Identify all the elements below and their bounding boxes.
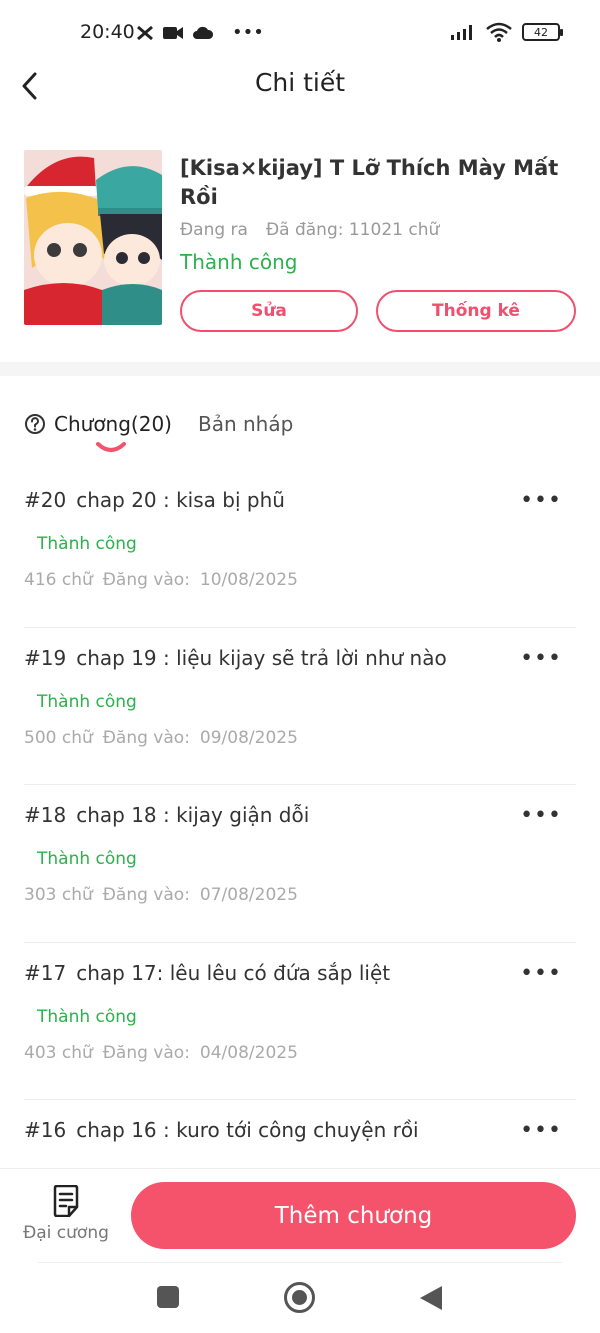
book-title: [Kisa×kijay] T Lỡ Thích Mày Mất Rồi bbox=[180, 156, 559, 209]
chapter-item[interactable]: #17 chap 17: lêu lêu có đứa sắp liệt ••• … bbox=[24, 943, 576, 1100]
outline-label: Đại cương bbox=[23, 1223, 109, 1243]
battery-level: 42 bbox=[534, 25, 548, 39]
chapter-number: #19 bbox=[24, 645, 67, 670]
document-icon bbox=[53, 1185, 79, 1217]
chapter-meta: 403 chữ Đăng vào: 04/08/2025 bbox=[24, 1043, 308, 1063]
chapter-posted-label: Đăng vào: bbox=[102, 570, 190, 590]
chapter-words: 416 chữ bbox=[24, 570, 93, 590]
home-icon[interactable] bbox=[284, 1282, 315, 1313]
chapter-title: #17 chap 17: lêu lêu có đứa sắp liệt bbox=[24, 961, 390, 985]
more-horizontal-icon[interactable]: ••• bbox=[520, 961, 562, 986]
chapter-meta: 303 chữ Đăng vào: 07/08/2025 bbox=[24, 885, 308, 905]
question-circle-icon[interactable] bbox=[24, 413, 46, 435]
tab-chapters-label: Chương(20) bbox=[54, 412, 172, 436]
add-chapter-button[interactable]: Thêm chương bbox=[131, 1182, 576, 1249]
wifi-icon bbox=[486, 22, 512, 42]
more-status-icon: ••• bbox=[232, 22, 264, 43]
nav-divider bbox=[38, 1262, 562, 1263]
chapter-name: chap 17: lêu lêu có đứa sắp liệt bbox=[76, 960, 391, 985]
chapter-name: chap 16 : kuro tới công chuyện rồi bbox=[76, 1118, 419, 1142]
tab-drafts[interactable]: Bản nháp bbox=[198, 412, 293, 436]
chapter-posted-label: Đăng vào: bbox=[102, 885, 190, 905]
chapter-item[interactable]: #20 chap 20 : kisa bị phũ ••• Thành công … bbox=[24, 470, 576, 628]
book-cover-image[interactable] bbox=[24, 150, 162, 325]
chapter-title: #18 chap 18 : kijay giận dỗi bbox=[24, 803, 309, 827]
chapter-words: 500 chữ bbox=[24, 727, 93, 748]
book-info-card: [Kisa×kijay] T Lỡ Thích Mày Mất Rồi Đang… bbox=[0, 130, 600, 362]
page-title: Chi tiết bbox=[254, 68, 346, 97]
status-right-icons: 42 bbox=[450, 22, 563, 42]
chapter-status: Thành công bbox=[37, 534, 137, 554]
chapter-title: #20 chap 20 : kisa bị phũ bbox=[24, 488, 285, 512]
chapter-date: 07/08/2025 bbox=[199, 885, 298, 905]
chapter-date: 09/08/2025 bbox=[199, 727, 298, 748]
tab-chapters[interactable]: Chương(20) bbox=[24, 412, 172, 452]
chapter-list: #20 chap 20 : kisa bị phũ ••• Thành công … bbox=[24, 470, 576, 1258]
chapter-name: chap 20 : kisa bị phũ bbox=[76, 488, 285, 512]
chapter-meta: 416 chữ Đăng vào: 10/08/2025 bbox=[24, 570, 308, 590]
notification-x-icon bbox=[137, 25, 153, 40]
chapter-name: chap 18 : kijay giận dỗi bbox=[76, 803, 310, 827]
outline-button[interactable]: Đại cương bbox=[18, 1185, 114, 1255]
system-nav-bar bbox=[0, 1262, 600, 1333]
signal-icon bbox=[451, 25, 472, 40]
status-time: 20:40 bbox=[80, 21, 135, 43]
chapter-name: chap 19 : liệu kijay sẽ trả lời như nào bbox=[76, 645, 447, 670]
chapter-title: #16 chap 16 : kuro tới công chuyện rồi bbox=[24, 1118, 419, 1142]
cloud-icon bbox=[193, 26, 214, 39]
chapter-status: Thành công bbox=[37, 691, 137, 712]
chapter-words: 303 chữ bbox=[24, 885, 93, 905]
cover-illustration bbox=[24, 150, 162, 325]
chapter-number: #18 bbox=[24, 803, 67, 827]
tab-active-indicator bbox=[96, 442, 126, 452]
edit-button[interactable]: Sửa bbox=[180, 290, 358, 332]
chapter-status: Thành công bbox=[37, 1006, 137, 1027]
chapter-status: Thành công bbox=[37, 849, 137, 869]
chapter-posted-label: Đăng vào: bbox=[102, 1042, 190, 1063]
chapter-number: #16 bbox=[24, 1118, 67, 1142]
more-horizontal-icon[interactable]: ••• bbox=[520, 1118, 562, 1143]
chapter-date: 10/08/2025 bbox=[199, 570, 298, 590]
book-word-count: Đã đăng: 11021 chữ bbox=[265, 220, 440, 240]
book-status: Thành công bbox=[180, 250, 298, 274]
stats-button[interactable]: Thống kê bbox=[376, 290, 576, 332]
section-divider bbox=[0, 362, 600, 376]
chapter-posted-label: Đăng vào: bbox=[102, 727, 190, 748]
back-triangle-icon[interactable] bbox=[420, 1286, 442, 1310]
chapter-number: #20 bbox=[24, 488, 67, 512]
tab-drafts-label: Bản nháp bbox=[197, 412, 294, 436]
chapter-number: #17 bbox=[24, 960, 67, 985]
bottom-action-bar: Đại cương Thêm chương bbox=[0, 1168, 600, 1262]
more-horizontal-icon[interactable]: ••• bbox=[520, 803, 562, 828]
video-icon bbox=[163, 26, 183, 39]
recent-apps-icon[interactable] bbox=[157, 1286, 179, 1308]
battery-icon: 42 bbox=[522, 23, 563, 41]
chapter-title: #19 chap 19 : liệu kijay sẽ trả lời như n… bbox=[24, 646, 447, 670]
chapter-meta: 500 chữ Đăng vào: 09/08/2025 bbox=[24, 728, 308, 748]
book-state: Đang ra bbox=[180, 220, 248, 240]
more-horizontal-icon[interactable]: ••• bbox=[520, 646, 562, 671]
app-header: Chi tiết bbox=[0, 56, 600, 116]
chapter-date: 04/08/2025 bbox=[199, 1042, 298, 1063]
chapter-item[interactable]: #19 chap 19 : liệu kijay sẽ trả lời như n… bbox=[24, 628, 576, 785]
chapter-words: 403 chữ bbox=[24, 1042, 93, 1063]
book-meta: Đang ra Đã đăng: 11021 chữ bbox=[180, 220, 439, 240]
chapter-tabs: Chương(20) Bản nháp bbox=[24, 412, 293, 462]
chapter-item[interactable]: #18 chap 18 : kijay giận dỗi ••• Thành cô… bbox=[24, 785, 576, 943]
status-left-icons: ••• bbox=[136, 22, 264, 43]
more-horizontal-icon[interactable]: ••• bbox=[520, 488, 562, 513]
